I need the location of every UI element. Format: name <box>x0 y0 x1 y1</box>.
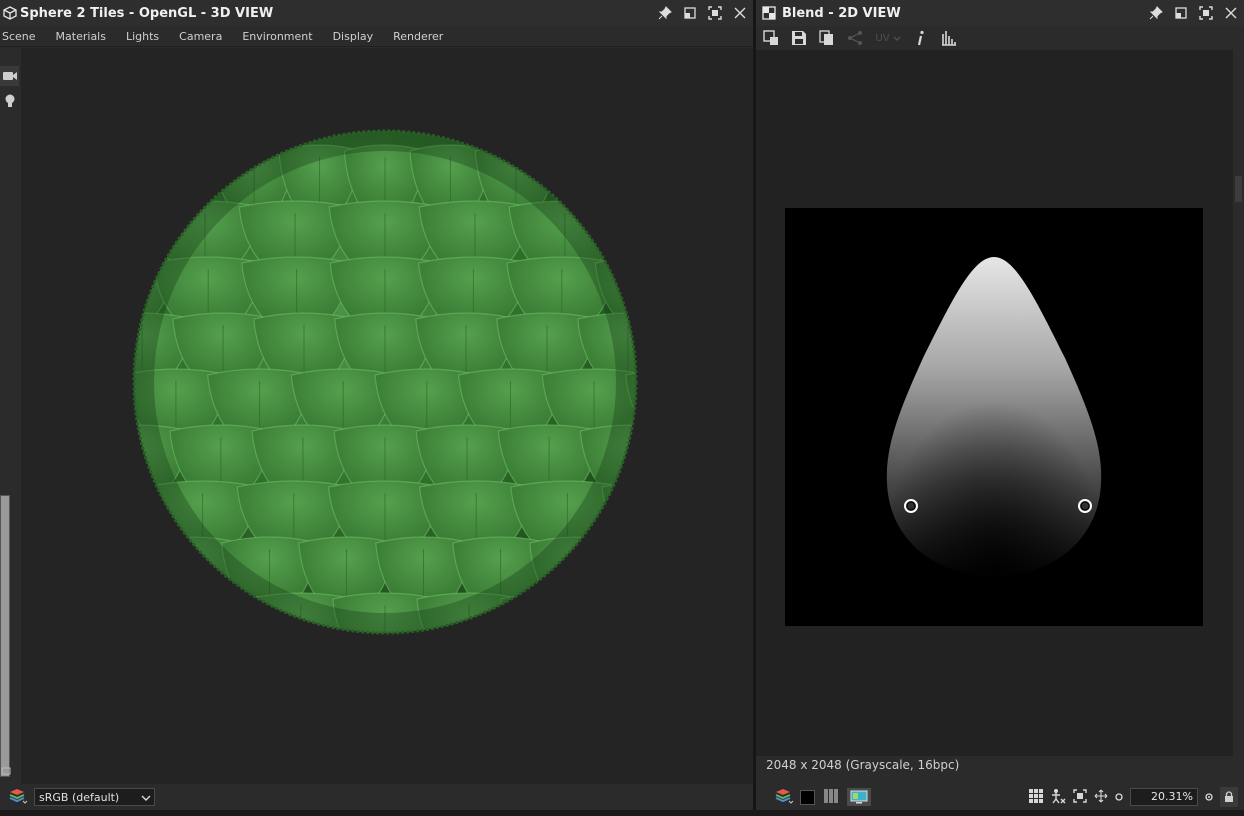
scrollbar-thumb[interactable] <box>1235 176 1242 202</box>
fit-icon[interactable] <box>1050 788 1066 807</box>
menu-lights[interactable]: Lights <box>126 30 169 43</box>
menu-camera[interactable]: Camera <box>179 30 232 43</box>
leaf-scale <box>134 480 169 566</box>
black-background-icon[interactable] <box>800 789 815 805</box>
menu-materials[interactable]: Materials <box>56 30 116 43</box>
light-bulb-icon[interactable] <box>0 91 19 111</box>
leaf-scale <box>601 480 636 566</box>
menubar-3d: Scene Materials Lights Camera Environmen… <box>0 26 753 47</box>
maximize-icon[interactable] <box>705 4 724 23</box>
leaf-scale <box>659 313 753 397</box>
chevron-down-icon <box>141 791 151 804</box>
zoom-in-icon[interactable] <box>1205 790 1213 804</box>
titlebar-3d: Sphere 2 Tiles - OpenGL - 3D VIEW <box>0 0 753 26</box>
pin-icon[interactable] <box>655 4 674 23</box>
blend-gradient-shape <box>886 257 1102 576</box>
copy-icon[interactable] <box>817 28 837 48</box>
color-space-value: sRGB (default) <box>39 790 120 804</box>
columns-icon[interactable] <box>823 788 839 807</box>
lock-icon[interactable] <box>1220 787 1238 807</box>
vertical-scrollbar[interactable] <box>1233 50 1244 784</box>
toolbar-2d: UV <box>756 26 1244 50</box>
panel-title: Sphere 2 Tiles - OpenGL - 3D VIEW <box>20 5 274 21</box>
menu-display[interactable]: Display <box>333 30 384 43</box>
panel-title: Blend - 2D VIEW <box>782 5 901 21</box>
share-icon[interactable] <box>845 28 865 48</box>
camera-icon[interactable] <box>0 66 19 86</box>
float-icon[interactable] <box>1171 4 1190 23</box>
cube-icon <box>0 0 20 26</box>
zoom-level-field[interactable]: 20.31% <box>1130 788 1198 806</box>
checker-icon <box>756 0 782 26</box>
viewport-3d[interactable] <box>21 48 753 784</box>
texture-thumbnail-strip[interactable] <box>0 495 10 777</box>
image-info: 2048 x 2048 (Grayscale, 16bpc) <box>766 758 960 772</box>
panel-3d-view: Sphere 2 Tiles - OpenGL - 3D VIEW Scene … <box>0 0 753 816</box>
leaf-scale <box>598 200 636 286</box>
layers-icon[interactable] <box>774 787 794 808</box>
uv-label: UV <box>875 32 890 44</box>
close-icon[interactable] <box>730 4 749 23</box>
save-icon[interactable] <box>789 28 809 48</box>
leaf-scale <box>164 592 270 633</box>
leaf-scale <box>625 368 636 454</box>
close-icon[interactable] <box>1221 4 1240 23</box>
menu-renderer[interactable]: Renderer <box>393 30 453 43</box>
leaf-scale <box>662 425 753 509</box>
pin-icon[interactable] <box>1146 4 1165 23</box>
export-icon[interactable] <box>761 28 781 48</box>
color-space-select[interactable]: sRGB (default) <box>34 788 155 806</box>
textured-sphere <box>132 129 753 635</box>
zoom-out-icon[interactable] <box>1115 790 1123 804</box>
float-icon[interactable] <box>680 4 699 23</box>
move-icon[interactable] <box>1094 789 1108 806</box>
menu-scene[interactable]: Scene <box>2 30 46 43</box>
leaf-scale <box>606 536 636 622</box>
statusbar-3d: sRGB (default) <box>0 784 753 810</box>
uv-dropdown[interactable]: UV <box>873 28 903 48</box>
leaf-scale <box>500 592 606 633</box>
titlebar-2d: Blend - 2D VIEW <box>756 0 1244 26</box>
panel-2d-view: Blend - 2D VIEW UV 2048 x 2048 (Grayscal… <box>756 0 1244 816</box>
viewport-2d[interactable] <box>756 50 1233 756</box>
monitor-icon[interactable] <box>847 788 871 806</box>
layers-icon[interactable] <box>8 787 28 808</box>
maximize-icon[interactable] <box>1196 4 1215 23</box>
small-grip-icon[interactable] <box>0 766 12 776</box>
menu-environment[interactable]: Environment <box>242 30 322 43</box>
leaf-scale <box>134 368 145 454</box>
left-toolbar <box>0 48 21 784</box>
statusbar-2d: 20.31% <box>756 784 1244 810</box>
histogram-icon[interactable] <box>939 28 959 48</box>
info-icon[interactable] <box>911 28 931 48</box>
grid-icon[interactable] <box>1029 788 1043 806</box>
image-canvas[interactable] <box>785 208 1203 626</box>
window-bottom-edge <box>0 810 1244 816</box>
frame-icon[interactable] <box>1073 788 1087 806</box>
